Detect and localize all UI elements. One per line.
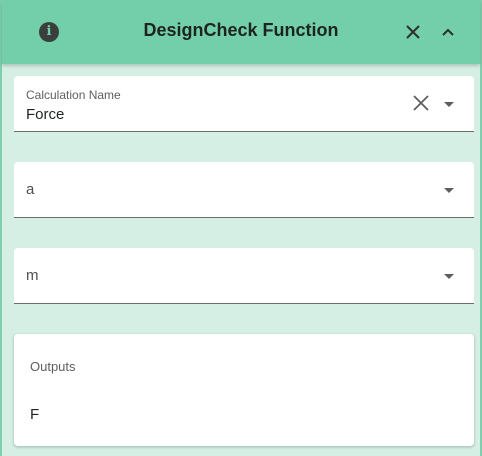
chevron-up-icon[interactable] — [436, 20, 460, 44]
input-m-select[interactable]: m — [14, 248, 474, 304]
input-m-placeholder: m — [26, 267, 39, 284]
clear-icon[interactable] — [412, 94, 430, 112]
panel-title-text: DesignCheck Function — [143, 20, 339, 40]
calculation-name-label: Calculation Name — [26, 88, 121, 102]
chevron-down-icon[interactable] — [444, 102, 454, 107]
chevron-down-icon[interactable] — [444, 188, 454, 193]
output-item: F — [30, 406, 40, 423]
calculation-name-value: Force — [26, 106, 65, 123]
close-icon[interactable] — [401, 20, 425, 44]
outputs-title: Outputs — [30, 359, 76, 374]
panel-header: i DesignCheck Function — [2, 0, 480, 64]
input-a-placeholder: a — [26, 181, 35, 198]
designcheck-panel: i DesignCheck Function Calculation Name … — [0, 0, 482, 456]
outputs-card: Outputs F — [14, 334, 474, 446]
input-a-select[interactable]: a — [14, 162, 474, 218]
calculation-name-select[interactable]: Calculation Name Force — [14, 76, 474, 132]
chevron-down-icon[interactable] — [444, 274, 454, 279]
